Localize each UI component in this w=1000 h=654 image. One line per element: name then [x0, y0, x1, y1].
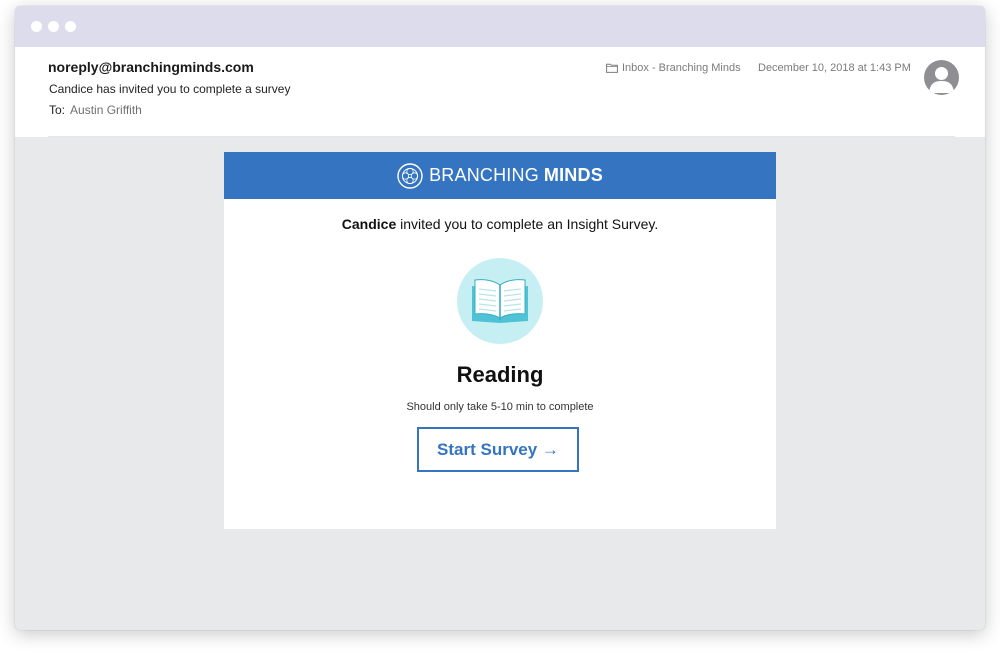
folder-icon: [606, 63, 618, 73]
window-minimize-dot[interactable]: [48, 21, 59, 32]
invite-message: Candice invited you to complete an Insig…: [224, 216, 776, 232]
email-header: noreply@branchingminds.com Candice has i…: [15, 47, 985, 137]
open-book-icon: [472, 279, 528, 323]
survey-title: Reading: [456, 362, 544, 387]
window-maximize-dot[interactable]: [65, 21, 76, 32]
survey-icon-circle: [457, 258, 543, 344]
email-body-card: BRANCHING MINDS Candice invited you to co…: [224, 152, 776, 529]
window-titlebar: [15, 6, 985, 47]
start-survey-button[interactable]: Start Survey →: [417, 427, 579, 472]
to-label: To:: [49, 103, 66, 117]
window-close-dot[interactable]: [31, 21, 42, 32]
invite-text: invited you to complete an Insight Surve…: [396, 216, 659, 232]
branching-minds-logo-icon: [397, 162, 423, 189]
brand-name: BRANCHING MINDS: [429, 165, 603, 186]
folder-label: Inbox - Branching Minds: [622, 62, 741, 74]
email-date: December 10, 2018 at 1:43 PM: [758, 62, 911, 74]
inviter-name: Candice: [341, 216, 397, 232]
survey-duration: Should only take 5-10 min to complete: [406, 401, 594, 413]
recipient-line: To: Austin Griffith: [49, 103, 142, 117]
header-divider: [48, 136, 955, 137]
mail-window: noreply@branchingminds.com Candice has i…: [15, 6, 985, 630]
sender-address[interactable]: noreply@branchingminds.com: [48, 59, 254, 75]
mailbox-folder[interactable]: Inbox - Branching Minds: [606, 62, 741, 74]
avatar-icon[interactable]: [924, 60, 959, 95]
brand-name-part2: MINDS: [543, 165, 603, 185]
brand-banner: BRANCHING MINDS: [224, 152, 776, 199]
recipient-name[interactable]: Austin Griffith: [70, 103, 142, 117]
brand-name-part1: BRANCHING: [429, 165, 539, 185]
email-subject: Candice has invited you to complete a su…: [49, 82, 291, 96]
